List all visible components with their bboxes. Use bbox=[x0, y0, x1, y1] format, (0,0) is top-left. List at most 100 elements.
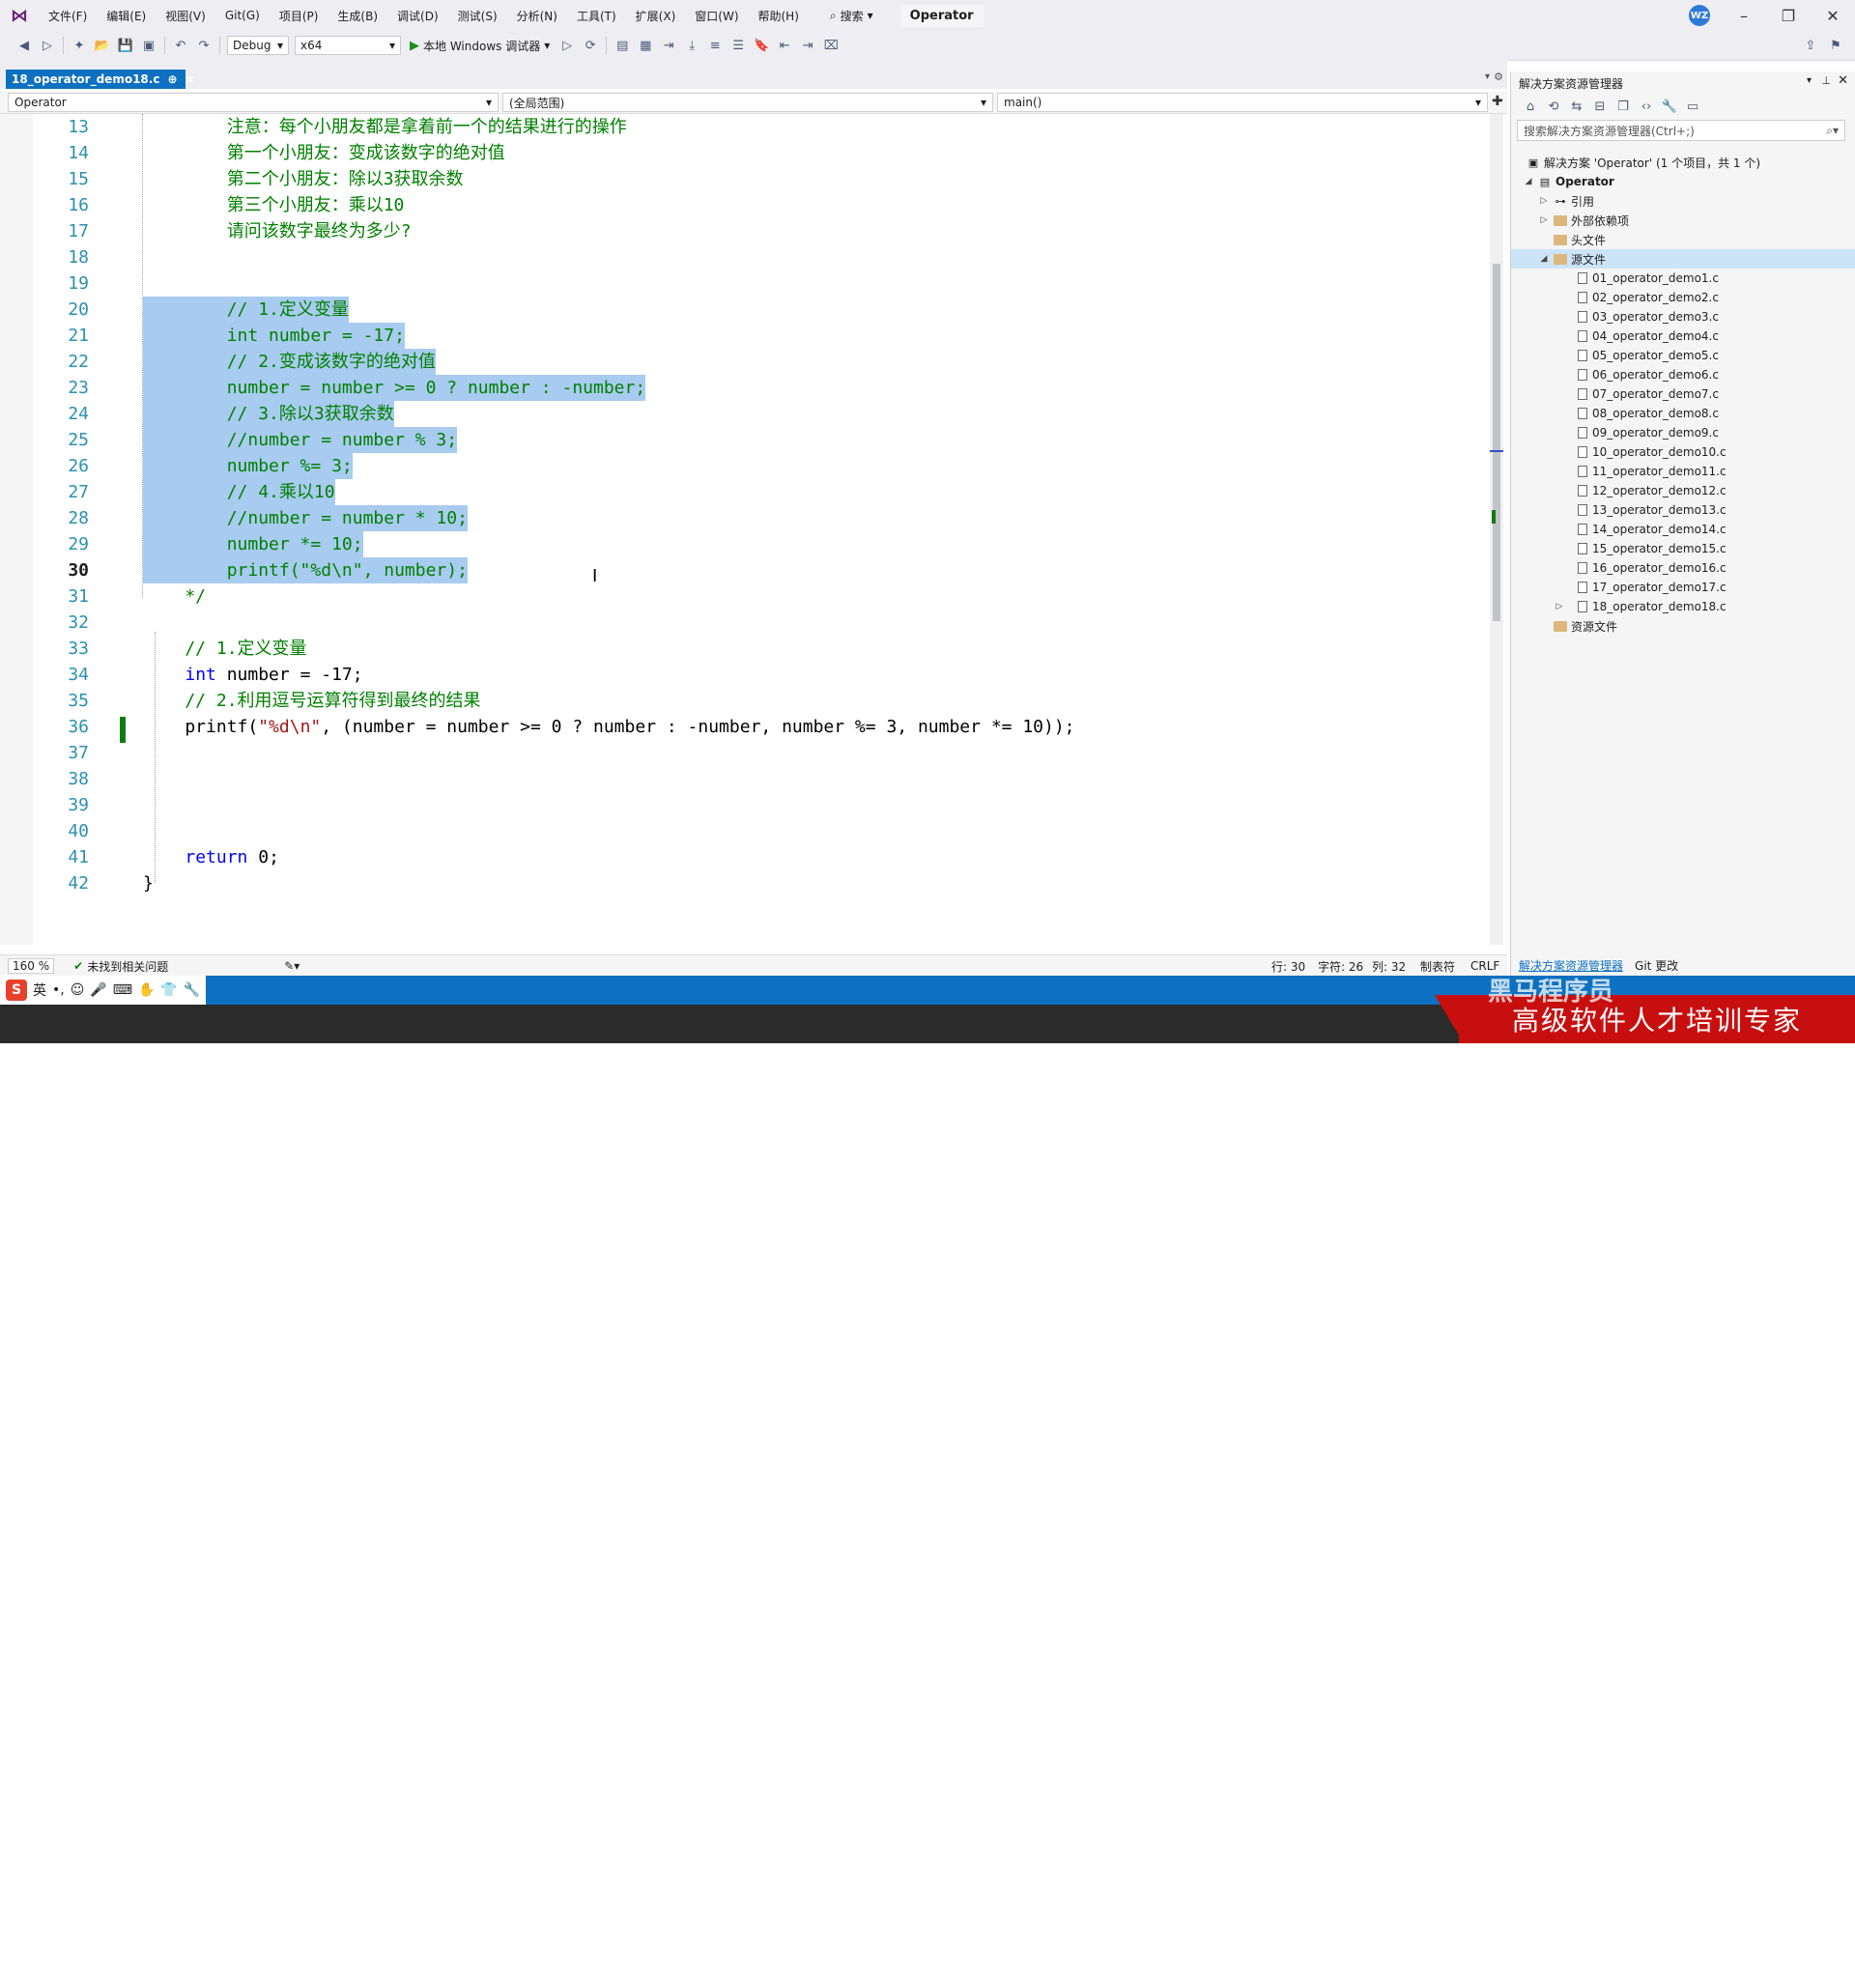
tree-node-source-files[interactable]: ◢ 源文件 bbox=[1511, 249, 1855, 269]
toolbox-icon[interactable]: ✋ bbox=[138, 982, 155, 998]
code-line[interactable]: 29 number *= 10; bbox=[0, 531, 1488, 557]
source-file-item[interactable]: 15_operator_demo15.c bbox=[1511, 539, 1855, 558]
code-view-icon[interactable]: ‹› bbox=[1636, 96, 1657, 117]
code-line[interactable]: 21 int number = -17; bbox=[0, 323, 1488, 349]
code-line[interactable]: 40 bbox=[0, 818, 1488, 844]
tree-node-resource-files[interactable]: 资源文件 bbox=[1511, 616, 1855, 636]
avatar[interactable]: WZ bbox=[1689, 5, 1710, 26]
split-editor-icon[interactable]: ✚ bbox=[1492, 94, 1503, 109]
microphone-icon[interactable]: 🎤 bbox=[90, 982, 106, 998]
source-file-item[interactable]: 16_operator_demo16.c bbox=[1511, 558, 1855, 578]
hot-reload-icon[interactable]: ⟳ bbox=[580, 35, 601, 56]
code-line[interactable]: 37 bbox=[0, 740, 1488, 766]
undo-icon[interactable]: ↶ bbox=[170, 35, 191, 56]
menu-git[interactable]: Git(G) bbox=[215, 9, 270, 22]
source-file-item[interactable]: 17_operator_demo17.c bbox=[1511, 578, 1855, 597]
step-into-icon[interactable]: ⤓ bbox=[681, 35, 702, 56]
show-all-files-icon[interactable]: ❐ bbox=[1612, 96, 1634, 117]
code-line[interactable]: 24 // 3.除以3获取余数 bbox=[0, 401, 1488, 427]
code-line[interactable]: 35 // 2.利用逗号运算符得到最终的结果 bbox=[0, 688, 1488, 714]
restore-icon[interactable]: ❐ bbox=[1766, 0, 1811, 31]
menu-file[interactable]: 文件(F) bbox=[39, 8, 97, 24]
tree-node-references[interactable]: ▷ ⊶ 引用 bbox=[1511, 191, 1855, 211]
window-layout-icon[interactable]: ▦ bbox=[635, 35, 656, 56]
configuration-select[interactable]: Debug ▾ bbox=[227, 36, 289, 55]
code-line[interactable]: 38 bbox=[0, 766, 1488, 792]
properties-wrench-icon[interactable]: 🔧 bbox=[1659, 96, 1680, 117]
expanded-arrow-icon[interactable]: ◢ bbox=[1538, 254, 1550, 264]
source-file-item[interactable]: 07_operator_demo7.c bbox=[1511, 384, 1855, 404]
issues-status[interactable]: 未找到相关问题 bbox=[87, 958, 168, 975]
scope-select[interactable]: (全局范围) ▾ bbox=[502, 93, 993, 112]
feedback-icon[interactable]: ⚑ bbox=[1825, 35, 1846, 56]
code-line[interactable]: 25 //number = number % 3; bbox=[0, 427, 1488, 453]
sogou-logo-icon[interactable]: S bbox=[6, 980, 27, 1001]
bookmark-icon[interactable]: 🔖 bbox=[751, 35, 772, 56]
code-line[interactable]: 18 bbox=[0, 244, 1488, 270]
keyboard-icon[interactable]: ⌨ bbox=[113, 982, 132, 998]
save-icon[interactable]: 💾 bbox=[115, 35, 136, 56]
menu-edit[interactable]: 编辑(E) bbox=[97, 8, 156, 24]
back-icon[interactable]: ◀ bbox=[14, 35, 35, 56]
code-line[interactable]: 34 int number = -17; bbox=[0, 662, 1488, 688]
solution-configurations-icon[interactable]: ▤ bbox=[612, 35, 633, 56]
menu-view[interactable]: 视图(V) bbox=[156, 8, 215, 24]
collapsed-arrow-icon[interactable]: ▷ bbox=[1538, 196, 1550, 206]
source-file-item[interactable]: 09_operator_demo9.c bbox=[1511, 423, 1855, 442]
code-cleanup-icon[interactable]: ✎▾ bbox=[284, 959, 300, 973]
code-line[interactable]: 14 第一个小朋友：变成该数字的绝对值 bbox=[0, 140, 1488, 166]
menu-window[interactable]: 窗口(W) bbox=[685, 8, 748, 24]
tab-solution-explorer[interactable]: 解决方案资源管理器 bbox=[1519, 957, 1623, 974]
menu-build[interactable]: 生成(B) bbox=[328, 8, 387, 24]
solution-node[interactable]: ▣ 解决方案 'Operator' (1 个项目，共 1 个) bbox=[1511, 153, 1855, 172]
source-file-item[interactable]: 10_operator_demo10.c bbox=[1511, 442, 1855, 462]
tab-overflow-icon[interactable]: ▾ bbox=[1485, 71, 1490, 82]
collapsed-arrow-icon[interactable]: ▷ bbox=[1538, 215, 1550, 225]
member-select[interactable]: main() ▾ bbox=[997, 93, 1488, 112]
tab-18-operator-demo18[interactable]: 18_operator_demo18.c ⊕ × bbox=[6, 70, 195, 89]
tree-node-external-deps[interactable]: ▷ 外部依赖项 bbox=[1511, 211, 1855, 230]
start-debugging-button[interactable]: ▶ 本地 Windows 调试器 ▾ bbox=[404, 38, 556, 54]
ime-language[interactable]: 英 bbox=[33, 980, 46, 1000]
preview-icon[interactable]: ▭ bbox=[1682, 96, 1703, 117]
zoom-level[interactable]: 160 % bbox=[8, 958, 55, 974]
code-line[interactable]: 31 */ bbox=[0, 583, 1488, 610]
project-node[interactable]: ◢ ▤ Operator bbox=[1511, 172, 1855, 191]
source-file-item[interactable]: 04_operator_demo4.c bbox=[1511, 327, 1855, 346]
panel-menu-icon[interactable]: ▾ bbox=[1807, 75, 1812, 86]
code-line[interactable]: 17 请问该数字最终为多少? bbox=[0, 218, 1488, 244]
code-editor[interactable]: 13 注意：每个小朋友都是拿着前一个的结果进行的操作 14 第一个小朋友：变成该数… bbox=[0, 114, 1496, 945]
code-line[interactable]: 26 number %= 3; bbox=[0, 453, 1488, 479]
source-file-item[interactable]: 11_operator_demo11.c bbox=[1511, 462, 1855, 481]
home-icon[interactable]: ⌂ bbox=[1520, 96, 1541, 117]
code-line[interactable]: 13 注意：每个小朋友都是拿着前一个的结果进行的操作 bbox=[0, 114, 1488, 140]
platform-select[interactable]: x64 ▾ bbox=[295, 36, 401, 55]
code-line[interactable]: 28 //number = number * 10; bbox=[0, 505, 1488, 531]
source-file-item[interactable]: 06_operator_demo6.c bbox=[1511, 365, 1855, 384]
code-line[interactable]: 33 // 1.定义变量 bbox=[0, 636, 1488, 662]
source-file-item[interactable]: 02_operator_demo2.c bbox=[1511, 288, 1855, 307]
project-select[interactable]: Operator ▾ bbox=[8, 93, 499, 112]
collapse-all-icon[interactable]: ⊟ bbox=[1589, 96, 1611, 117]
close-tab-icon[interactable]: × bbox=[186, 72, 195, 86]
minimize-icon[interactable]: – bbox=[1722, 0, 1766, 31]
tree-node-header-files[interactable]: 头文件 bbox=[1511, 230, 1855, 249]
settings-gear-icon[interactable]: ⚙ bbox=[1494, 71, 1503, 83]
code-line[interactable]: 22 // 2.变成该数字的绝对值 bbox=[0, 349, 1488, 375]
pin-panel-icon[interactable]: ⊥ bbox=[1821, 74, 1831, 87]
code-line[interactable]: 32 bbox=[0, 610, 1488, 636]
menu-extensions[interactable]: 扩展(X) bbox=[626, 8, 686, 24]
close-icon[interactable]: ✕ bbox=[1811, 0, 1855, 31]
source-file-item[interactable]: 13_operator_demo13.c bbox=[1511, 500, 1855, 520]
clear-bookmarks-icon[interactable]: ⌧ bbox=[820, 35, 842, 56]
code-line[interactable]: 27 // 4.乘以10 bbox=[0, 479, 1488, 505]
settings-wrench-icon[interactable]: 🔧 bbox=[184, 982, 200, 998]
code-line[interactable]: 41 return 0; bbox=[0, 844, 1488, 870]
new-project-icon[interactable]: ✦ bbox=[69, 35, 90, 56]
menu-analyze[interactable]: 分析(N) bbox=[507, 8, 567, 24]
save-all-icon[interactable]: ▣ bbox=[138, 35, 159, 56]
menu-project[interactable]: 项目(P) bbox=[270, 8, 328, 24]
editor-vertical-scrollbar[interactable] bbox=[1490, 114, 1503, 945]
input-method-bar[interactable]: S 英 •, ☺ 🎤 ⌨ ✋ 👕 🔧 bbox=[0, 976, 207, 1005]
format-icon[interactable]: ⇥ bbox=[658, 35, 679, 56]
